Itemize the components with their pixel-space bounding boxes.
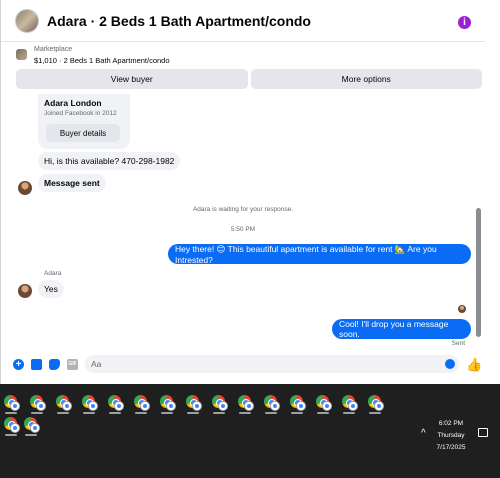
taskbar-clock[interactable]: 6:02 PM Thursday 7/17/2025 <box>432 418 470 454</box>
listing-avatar[interactable] <box>15 8 39 33</box>
running-indicator <box>5 434 17 436</box>
notification-icon[interactable] <box>478 428 488 437</box>
listing-thumbnail <box>16 49 27 60</box>
waiting-notice: Adara is waiting for your response. <box>192 206 294 213</box>
chrome-icon[interactable] <box>212 395 228 411</box>
chrome-icon[interactable] <box>4 395 20 411</box>
photo-icon[interactable] <box>31 359 42 370</box>
view-buyer-button[interactable]: View buyer <box>16 69 248 89</box>
chrome-icon[interactable] <box>4 417 20 433</box>
message-list: Adara London Joined Facebook in 2012 Buy… <box>1 94 485 350</box>
chrome-icon[interactable] <box>56 395 72 411</box>
chrome-icon[interactable] <box>368 395 384 411</box>
running-indicator <box>135 412 147 414</box>
running-indicator <box>161 412 173 414</box>
info-icon[interactable]: i <box>458 16 471 29</box>
message-bubble-incoming[interactable]: Message sent <box>38 174 106 192</box>
plus-circle-icon[interactable]: + <box>13 359 24 370</box>
buyer-joined: Joined Facebook in 2012 <box>44 110 117 117</box>
running-indicator <box>317 412 329 414</box>
chrome-icon[interactable] <box>316 395 332 411</box>
emoji-icon[interactable] <box>445 359 455 369</box>
sent-status: Sent <box>451 340 465 347</box>
running-indicator <box>187 412 199 414</box>
more-options-button[interactable]: More options <box>250 69 482 89</box>
chrome-icon[interactable] <box>342 395 358 411</box>
gif-icon[interactable]: GIF <box>67 359 78 370</box>
running-indicator <box>369 412 381 414</box>
chrome-icon[interactable] <box>160 395 176 411</box>
clock-time: 6:02 PM <box>438 420 464 427</box>
chrome-icon[interactable] <box>108 395 124 411</box>
clock-day: Thursday <box>437 432 465 439</box>
message-composer: + GIF 👍 <box>1 350 485 378</box>
listing-title: $1,010 · 2 Beds 1 Bath Apartment/condo <box>34 56 170 65</box>
running-indicator <box>109 412 121 414</box>
chrome-icon[interactable] <box>30 395 46 411</box>
clock-date: 7/17/2025 <box>436 444 466 451</box>
chrome-icon[interactable] <box>186 395 202 411</box>
running-indicator <box>239 412 251 414</box>
running-indicator <box>31 412 43 414</box>
buyer-name[interactable]: Adara London <box>44 98 102 108</box>
buyer-avatar[interactable] <box>18 284 32 298</box>
running-indicator <box>213 412 225 414</box>
scrollbar-thumb[interactable] <box>476 208 481 337</box>
marketplace-label: Marketplace <box>34 46 73 53</box>
chat-title[interactable]: Adara · 2 Beds 1 Bath Apartment/condo <box>47 13 311 29</box>
running-indicator <box>291 412 303 414</box>
running-indicator <box>25 434 37 436</box>
chrome-icon[interactable] <box>290 395 306 411</box>
message-bubble-incoming[interactable]: Hi, is this available? 470-298-1982 <box>38 152 181 170</box>
listing-summary[interactable]: Marketplace $1,010 · 2 Beds 1 Bath Apart… <box>1 43 485 66</box>
sticker-icon[interactable] <box>49 359 60 370</box>
message-timestamp: 5:50 PM <box>230 226 256 233</box>
thumbs-up-icon[interactable]: 👍 <box>466 357 482 373</box>
buyer-profile-card: Adara London Joined Facebook in 2012 Buy… <box>38 94 130 149</box>
chrome-icon[interactable] <box>82 395 98 411</box>
seen-avatar <box>458 305 466 313</box>
chrome-icon[interactable] <box>24 417 40 433</box>
chrome-icon[interactable] <box>134 395 150 411</box>
chat-window: Adara · 2 Beds 1 Bath Apartment/condo i … <box>0 0 500 384</box>
chevron-up-icon[interactable]: ^ <box>421 428 426 439</box>
message-bubble-outgoing[interactable]: Cool! I'll drop you a message soon. <box>332 319 471 339</box>
message-input[interactable] <box>85 355 459 373</box>
running-indicator <box>343 412 355 414</box>
message-bubble-incoming[interactable]: Yes <box>38 280 64 298</box>
listing-actions: View buyer More options <box>16 69 482 89</box>
chrome-icon[interactable] <box>264 395 280 411</box>
message-bubble-outgoing[interactable]: Hey there! 😊 This beautiful apartment is… <box>168 244 471 265</box>
chat-header: Adara · 2 Beds 1 Bath Apartment/condo i <box>1 0 485 42</box>
buyer-avatar[interactable] <box>18 181 32 195</box>
buyer-details-button[interactable]: Buyer details <box>46 124 120 142</box>
running-indicator <box>83 412 95 414</box>
message-scrollbar[interactable] <box>474 94 483 344</box>
running-indicator <box>265 412 277 414</box>
chrome-icon[interactable] <box>238 395 254 411</box>
sender-name: Adara <box>44 270 62 277</box>
running-indicator <box>57 412 69 414</box>
running-indicator <box>5 412 17 414</box>
